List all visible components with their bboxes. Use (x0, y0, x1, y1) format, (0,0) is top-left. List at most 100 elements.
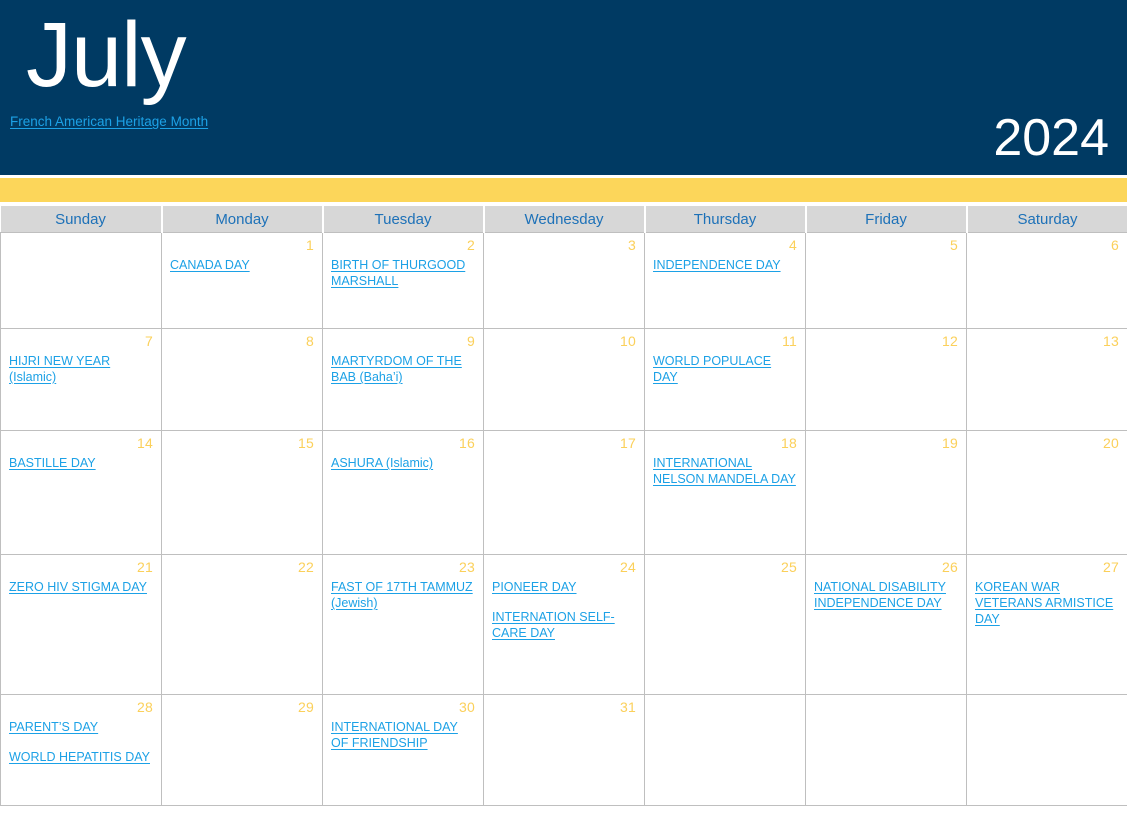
day-cell-inner: 27 KOREAN WAR VETERANS ARMISTICE DAY (967, 555, 1127, 694)
calendar-week-row: 21 ZERO HIV STIGMA DAY 22 23 FAST OF 17TH TA… (0, 554, 1127, 695)
event-link[interactable]: HIJRI NEW YEAR (Islamic) (9, 353, 153, 385)
day-cell-inner: 28 PARENT’S DAY WORLD HEPATITIS DAY (1, 695, 161, 805)
event-link[interactable]: CANADA DAY (170, 257, 314, 273)
calendar-day-cell[interactable]: 23 FAST OF 17TH TAMMUZ (Jewish) (322, 554, 484, 695)
calendar-day-cell[interactable]: 1 CANADA DAY (161, 232, 323, 329)
calendar-body: 1 CANADA DAY 2 BIRTH OF THURGOOD MARSHALL 3 4… (0, 232, 1127, 806)
day-number: 3 (628, 237, 636, 253)
calendar-day-cell[interactable]: 7 HIJRI NEW YEAR (Islamic) (0, 328, 162, 431)
day-number: 10 (620, 333, 636, 349)
day-events-list: NATIONAL DISABILITY INDEPENDENCE DAY (814, 579, 958, 611)
event-link[interactable]: BASTILLE DAY (9, 455, 153, 471)
day-cell-inner: 17 (484, 431, 644, 554)
day-number: 7 (145, 333, 153, 349)
day-events-list: WORLD POPULACE DAY (653, 353, 797, 385)
calendar-day-cell[interactable]: 26 NATIONAL DISABILITY INDEPENDENCE DAY (805, 554, 967, 695)
calendar-day-cell[interactable]: 5 (805, 232, 967, 329)
calendar-day-cell[interactable]: 8 (161, 328, 323, 431)
day-events-list: INTERNATIONAL NELSON MANDELA DAY (653, 455, 797, 487)
day-cell-inner: 26 NATIONAL DISABILITY INDEPENDENCE DAY (806, 555, 966, 694)
day-cell-inner: 3 (484, 233, 644, 328)
calendar-day-cell[interactable]: 21 ZERO HIV STIGMA DAY (0, 554, 162, 695)
calendar-day-cell[interactable]: 18 INTERNATIONAL NELSON MANDELA DAY (644, 430, 806, 555)
calendar-day-cell[interactable]: 12 (805, 328, 967, 431)
calendar-day-cell[interactable]: 27 KOREAN WAR VETERANS ARMISTICE DAY (966, 554, 1127, 695)
accent-divider-bar (0, 178, 1127, 202)
calendar-week-row: 1 CANADA DAY 2 BIRTH OF THURGOOD MARSHALL 3 4… (0, 232, 1127, 329)
event-link[interactable]: INDEPENDENCE DAY (653, 257, 797, 273)
calendar-day-cell[interactable]: 29 (161, 694, 323, 806)
calendar-day-cell[interactable]: 16 ASHURA (Islamic) (322, 430, 484, 555)
day-number: 31 (620, 699, 636, 715)
event-link[interactable]: KOREAN WAR VETERANS ARMISTICE DAY (975, 579, 1119, 627)
day-events-list: HIJRI NEW YEAR (Islamic) (9, 353, 153, 385)
calendar-day-cell[interactable]: 24 PIONEER DAY INTERNATION SELF-CARE DAY (483, 554, 645, 695)
event-link[interactable]: PARENT’S DAY (9, 719, 153, 735)
calendar-day-cell[interactable]: 13 (966, 328, 1127, 431)
event-link[interactable]: WORLD POPULACE DAY (653, 353, 797, 385)
day-number: 27 (1103, 559, 1119, 575)
event-link[interactable]: INTERNATIONAL NELSON MANDELA DAY (653, 455, 797, 487)
calendar-day-cell[interactable]: 17 (483, 430, 645, 555)
event-link[interactable]: NATIONAL DISABILITY INDEPENDENCE DAY (814, 579, 958, 611)
event-link[interactable]: INTERNATIONAL DAY OF FRIENDSHIP (331, 719, 475, 751)
calendar-grid: Sunday Monday Tuesday Wednesday Thursday… (0, 206, 1127, 806)
day-events-list: PIONEER DAY INTERNATION SELF-CARE DAY (492, 579, 636, 641)
calendar-day-cell[interactable]: 25 (644, 554, 806, 695)
day-number: 12 (942, 333, 958, 349)
weekday-header-row: Sunday Monday Tuesday Wednesday Thursday… (0, 206, 1127, 233)
calendar-day-cell[interactable]: 4 INDEPENDENCE DAY (644, 232, 806, 329)
heritage-month-link[interactable]: French American Heritage Month (10, 113, 208, 131)
day-number: 4 (789, 237, 797, 253)
event-link[interactable]: INTERNATION SELF-CARE DAY (492, 609, 636, 641)
calendar-week-row: 28 PARENT’S DAY WORLD HEPATITIS DAY 29 30 INT… (0, 694, 1127, 806)
day-number: 24 (620, 559, 636, 575)
day-events-list: MARTYRDOM OF THE BAB (Baha’i) (331, 353, 475, 385)
day-events-list: INDEPENDENCE DAY (653, 257, 797, 273)
event-link[interactable]: ZERO HIV STIGMA DAY (9, 579, 153, 595)
day-cell-inner: 21 ZERO HIV STIGMA DAY (1, 555, 161, 694)
calendar-day-cell[interactable]: 15 (161, 430, 323, 555)
day-cell-inner (645, 695, 805, 805)
day-number (9, 237, 153, 254)
calendar-day-cell[interactable]: 14 BASTILLE DAY (0, 430, 162, 555)
day-number: 9 (467, 333, 475, 349)
calendar-day-cell[interactable]: 6 (966, 232, 1127, 329)
day-events-list: ZERO HIV STIGMA DAY (9, 579, 153, 595)
calendar-empty-cell (644, 694, 806, 806)
day-cell-inner: 20 (967, 431, 1127, 554)
day-number: 22 (298, 559, 314, 575)
calendar-day-cell[interactable]: 11 WORLD POPULACE DAY (644, 328, 806, 431)
calendar-day-cell[interactable]: 20 (966, 430, 1127, 555)
day-events-list: INTERNATIONAL DAY OF FRIENDSHIP (331, 719, 475, 751)
event-link[interactable]: PIONEER DAY (492, 579, 636, 595)
weekday-header-saturday: Saturday (965, 206, 1127, 233)
event-link[interactable]: ASHURA (Islamic) (331, 455, 475, 471)
calendar-day-cell[interactable]: 22 (161, 554, 323, 695)
calendar-day-cell[interactable]: 28 PARENT’S DAY WORLD HEPATITIS DAY (0, 694, 162, 806)
weekday-header-friday: Friday (804, 206, 968, 233)
calendar-day-cell[interactable]: 2 BIRTH OF THURGOOD MARSHALL (322, 232, 484, 329)
day-cell-inner: 15 (162, 431, 322, 554)
event-link[interactable]: MARTYRDOM OF THE BAB (Baha’i) (331, 353, 475, 385)
event-link[interactable]: FAST OF 17TH TAMMUZ (Jewish) (331, 579, 475, 611)
calendar-day-cell[interactable]: 3 (483, 232, 645, 329)
event-link[interactable]: WORLD HEPATITIS DAY (9, 749, 153, 765)
calendar-day-cell[interactable]: 10 (483, 328, 645, 431)
day-events-list: BASTILLE DAY (9, 455, 153, 471)
day-cell-inner: 9 MARTYRDOM OF THE BAB (Baha’i) (323, 329, 483, 430)
page-title: July (26, 4, 187, 106)
day-cell-inner (806, 695, 966, 805)
day-cell-inner: 1 CANADA DAY (162, 233, 322, 328)
day-cell-inner: 18 INTERNATIONAL NELSON MANDELA DAY (645, 431, 805, 554)
day-cell-inner: 19 (806, 431, 966, 554)
calendar-day-cell[interactable]: 30 INTERNATIONAL DAY OF FRIENDSHIP (322, 694, 484, 806)
calendar-day-cell[interactable]: 19 (805, 430, 967, 555)
calendar-week-row: 14 BASTILLE DAY 15 16 ASHURA (Islamic) 17 18 IN… (0, 430, 1127, 555)
calendar-day-cell[interactable]: 9 MARTYRDOM OF THE BAB (Baha’i) (322, 328, 484, 431)
day-number: 21 (137, 559, 153, 575)
calendar-day-cell[interactable]: 31 (483, 694, 645, 806)
day-cell-inner: 23 FAST OF 17TH TAMMUZ (Jewish) (323, 555, 483, 694)
day-cell-inner: 31 (484, 695, 644, 805)
event-link[interactable]: BIRTH OF THURGOOD MARSHALL (331, 257, 475, 289)
